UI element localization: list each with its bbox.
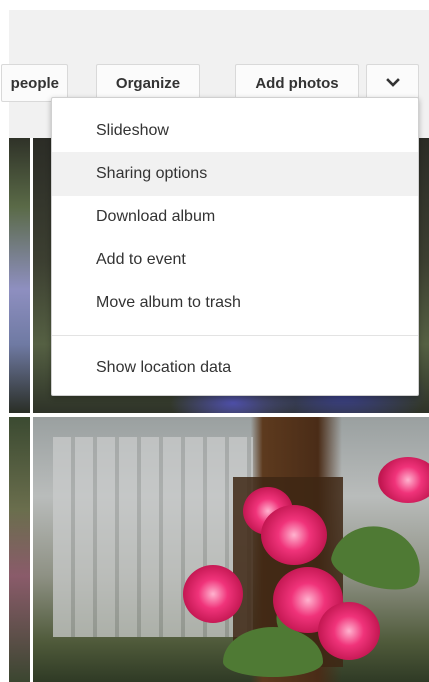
chevron-down-icon: [385, 78, 400, 87]
menu-item-show-location-data[interactable]: Show location data: [52, 346, 418, 390]
menu-divider: [52, 335, 418, 336]
menu-item-download-album[interactable]: Download album: [52, 195, 418, 239]
menu-item-slideshow[interactable]: Slideshow: [52, 109, 418, 153]
photo-thumbnail[interactable]: [9, 138, 30, 413]
photo-thumbnail[interactable]: [33, 417, 429, 682]
photo-flower: [261, 505, 327, 565]
album-options-menu: Slideshow Sharing options Download album…: [51, 97, 419, 396]
photo-flower: [318, 602, 380, 660]
photo-flower: [378, 457, 429, 503]
menu-item-add-to-event[interactable]: Add to event: [52, 238, 418, 282]
photo-flower: [183, 565, 243, 623]
photo-thumbnail[interactable]: [9, 417, 30, 682]
menu-item-sharing-options[interactable]: Sharing options: [52, 152, 418, 196]
menu-item-move-to-trash[interactable]: Move album to trash: [52, 281, 418, 325]
